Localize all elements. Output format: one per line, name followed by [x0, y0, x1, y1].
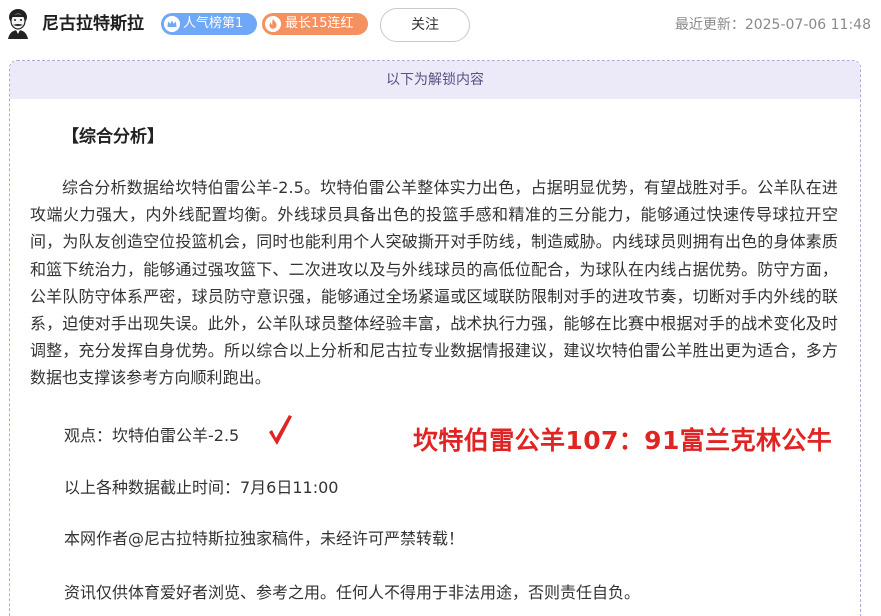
streak-badge-label: 最长15连红 [285, 16, 354, 31]
disclaimer: 资讯仅供体育爱好者浏览、参考之用。任何人不得用于非法用途，否则责任自负。 [64, 583, 641, 602]
last-updated-time: 2025-07-06 11:48 [744, 17, 871, 33]
crown-icon [164, 16, 180, 32]
popularity-badge: 人气榜第1 [161, 13, 257, 35]
author-avatar[interactable] [4, 8, 32, 40]
unlock-banner: 以下为解锁内容 [10, 61, 860, 99]
popularity-badge-label: 人气榜第1 [183, 16, 244, 31]
last-updated: 最近更新：2025-07-06 11:48 [675, 15, 871, 35]
author-name[interactable]: 尼古拉特斯拉 [42, 12, 144, 36]
streak-badge: 最长15连红 [262, 13, 368, 35]
copyright-notice: 本网作者@尼古拉特斯拉独家稿件，未经许可严禁转载！ [64, 529, 465, 548]
section-title: 【综合分析】 [62, 127, 164, 147]
data-deadline: 以上各种数据截止时间：7月6日11:00 [64, 478, 339, 497]
article-page: 尼古拉特斯拉 人气榜第1 最长15连红 关注 最近更新：2025-07-06 1… [0, 0, 881, 616]
viewpoint: 观点：坎特伯雷公羊-2.5 [64, 426, 240, 445]
follow-button[interactable]: 关注 [380, 8, 470, 42]
checkmark-icon [269, 415, 292, 445]
author-header: 尼古拉特斯拉 人气榜第1 最长15连红 关注 最近更新：2025-07-06 1… [0, 0, 881, 54]
last-updated-label: 最近更新： [674, 17, 745, 33]
flame-icon [265, 16, 281, 32]
match-result: 坎特伯雷公羊107：91富兰克林公牛 [413, 426, 833, 455]
analysis-paragraph: 综合分析数据给坎特伯雷公羊-2.5。坎特伯雷公羊整体实力出色，占据明显优势，有望… [30, 178, 838, 388]
